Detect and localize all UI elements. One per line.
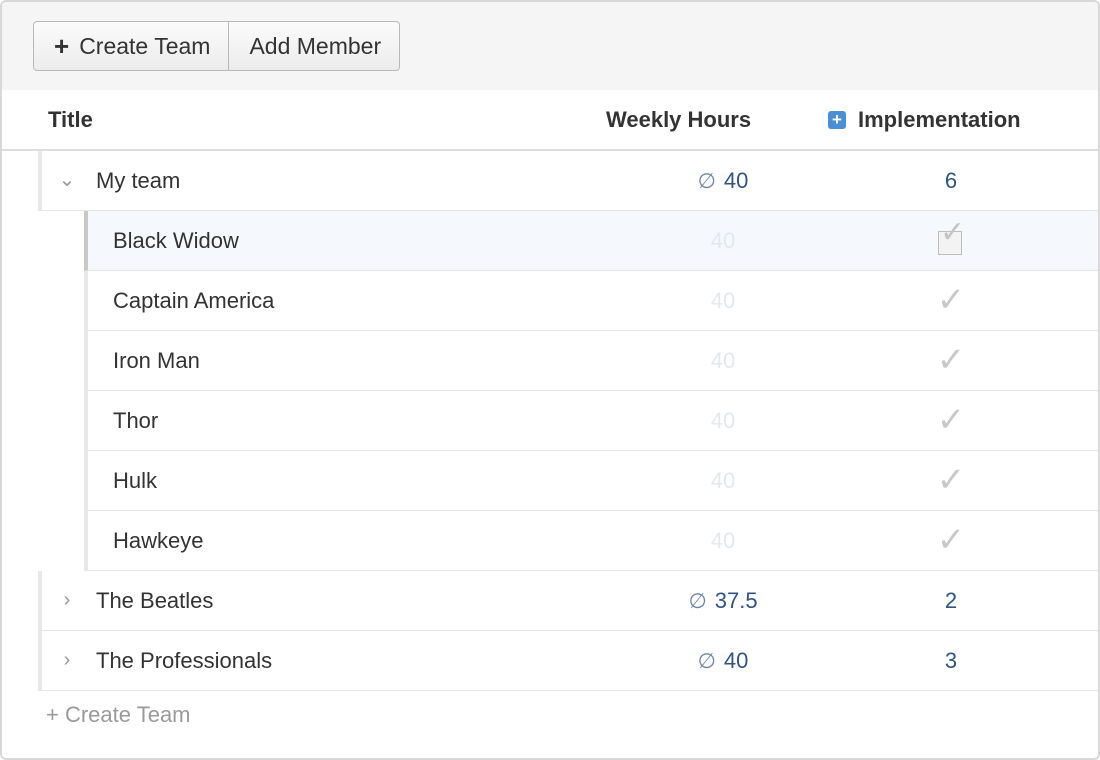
- team-row[interactable]: ⌄ My team ∅ 40 6: [38, 151, 1098, 211]
- create-team-button-label: Create Team: [79, 32, 211, 59]
- member-weekly-hours: 40: [710, 468, 736, 493]
- add-member-button[interactable]: Add Member: [228, 22, 399, 70]
- member-name: Iron Man: [113, 348, 200, 373]
- member-name: Hulk: [113, 468, 158, 493]
- average-symbol: ∅: [697, 650, 716, 673]
- column-header-implementation-label: Implementation: [858, 107, 1021, 132]
- member-row[interactable]: Black Widow 40 ✓: [84, 211, 1098, 271]
- check-icon[interactable]: ✓: [926, 331, 976, 390]
- plus-square-icon[interactable]: +: [828, 110, 846, 129]
- column-header-title[interactable]: Title: [48, 90, 93, 149]
- member-row[interactable]: Iron Man 40 ✓: [84, 331, 1098, 391]
- plus-icon: +: [54, 31, 70, 61]
- chevron-right-icon[interactable]: ›: [58, 571, 76, 630]
- column-header-implementation[interactable]: + Implementation: [828, 90, 1021, 149]
- create-team-link[interactable]: + Create Team: [46, 702, 191, 728]
- team-implementation-count: 6: [944, 168, 958, 193]
- average-symbol: ∅: [697, 170, 716, 193]
- table-header: Title Weekly Hours + Implementation: [2, 90, 1098, 151]
- member-row[interactable]: Thor 40 ✓: [84, 391, 1098, 451]
- checkbox-checked-icon[interactable]: ✓: [938, 218, 965, 255]
- member-name: Thor: [113, 408, 159, 433]
- team-name: The Beatles: [96, 588, 214, 613]
- team-hours-value: 40: [723, 648, 749, 673]
- member-name: Hawkeye: [113, 528, 204, 553]
- member-weekly-hours: 40: [710, 288, 736, 313]
- member-name: Captain America: [113, 288, 275, 313]
- member-weekly-hours: 40: [710, 528, 736, 553]
- team-row[interactable]: › The Beatles ∅ 37.5 2: [38, 571, 1098, 631]
- team-row[interactable]: › The Professionals ∅ 40 3: [38, 631, 1098, 691]
- team-hours-value: 37.5: [714, 588, 758, 613]
- column-header-weekly-hours[interactable]: Weekly Hours: [606, 90, 751, 149]
- member-row[interactable]: Hulk 40 ✓: [84, 451, 1098, 511]
- member-weekly-hours: 40: [710, 348, 736, 373]
- check-icon[interactable]: ✓: [926, 391, 976, 450]
- team-weekly-hours: ∅ 40: [678, 151, 768, 210]
- member-name: Black Widow: [113, 228, 239, 253]
- team-hours-value: 40: [723, 168, 749, 193]
- table-body: ⌄ My team ∅ 40 6 Black Widow 40 ✓ Captain Americ…: [2, 151, 1098, 691]
- toolbar-button-group: + Create Team Add Member: [33, 21, 401, 71]
- member-weekly-hours: 40: [710, 408, 736, 433]
- member-row[interactable]: Hawkeye 40 ✓: [84, 511, 1098, 571]
- member-weekly-hours: 40: [710, 228, 736, 253]
- toolbar: + Create Team Add Member: [2, 2, 1098, 91]
- team-weekly-hours: ∅ 37.5: [678, 571, 768, 630]
- add-member-button-label: Add Member: [249, 32, 382, 59]
- check-icon[interactable]: ✓: [926, 451, 976, 510]
- chevron-right-icon[interactable]: ›: [58, 631, 76, 690]
- average-symbol: ∅: [688, 590, 707, 613]
- team-implementation-count: 2: [944, 588, 958, 613]
- chevron-down-icon[interactable]: ⌄: [58, 151, 76, 210]
- team-weekly-hours: ∅ 40: [678, 631, 768, 690]
- check-icon[interactable]: ✓: [926, 271, 976, 330]
- team-name: The Professionals: [96, 648, 273, 673]
- check-icon[interactable]: ✓: [926, 511, 976, 570]
- team-implementation-count: 3: [944, 648, 958, 673]
- create-team-button[interactable]: + Create Team: [34, 22, 228, 70]
- team-table-panel: + Create Team Add Member Title Weekly Ho…: [0, 0, 1100, 760]
- member-row[interactable]: Captain America 40 ✓: [84, 271, 1098, 331]
- team-name: My team: [96, 168, 181, 193]
